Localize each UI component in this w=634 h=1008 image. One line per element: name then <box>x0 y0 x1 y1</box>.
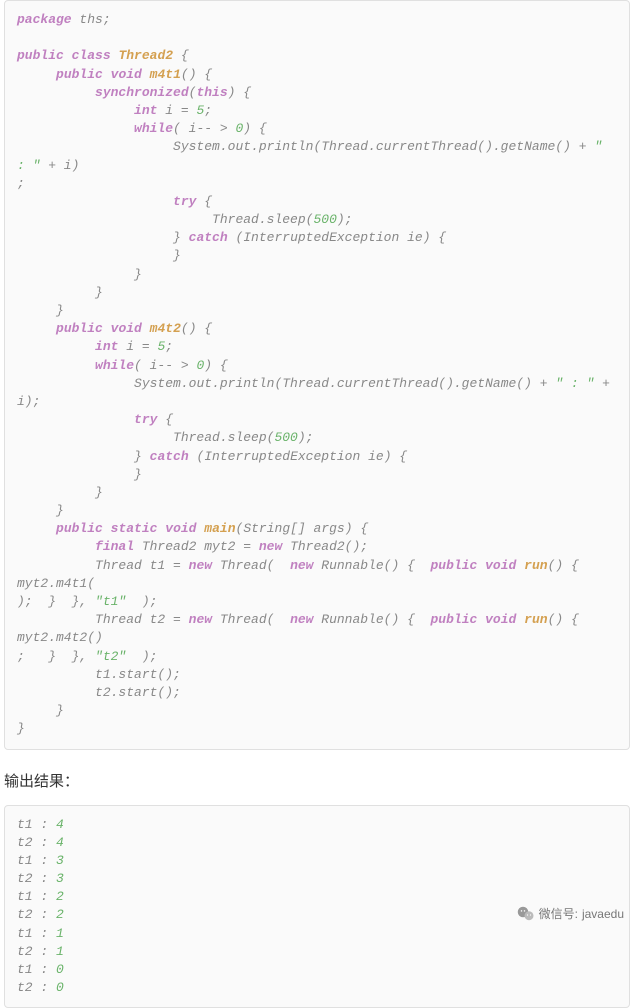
code-line: int i = 5; <box>17 102 617 120</box>
output-line: t2 : 0 <box>17 979 617 997</box>
watermark-label: 微信号: <box>539 905 578 922</box>
code-line: public void m4t2() { <box>17 320 617 338</box>
code-line: } <box>17 266 617 284</box>
code-line: public void m4t1() { <box>17 66 617 84</box>
output-line: t1 : 3 <box>17 852 617 870</box>
output-line: t1 : 0 <box>17 961 617 979</box>
output-line: t1 : 2 <box>17 888 617 906</box>
code-line: System.out.println(Thread.currentThread(… <box>17 375 617 411</box>
code-line: Thread t2 = new Thread( new Runnable() {… <box>17 611 617 647</box>
code-line: final Thread2 myt2 = new Thread2(); <box>17 538 617 556</box>
output-line: t2 : 4 <box>17 834 617 852</box>
code-line: package ths; <box>17 11 617 29</box>
watermark: 微信号: javaedu <box>517 905 624 922</box>
wechat-icon <box>517 906 535 921</box>
code-line: public static void main(String[] args) { <box>17 520 617 538</box>
code-line: System.out.println(Thread.currentThread(… <box>17 138 617 174</box>
code-line: } <box>17 484 617 502</box>
code-line: t1.start(); <box>17 666 617 684</box>
code-line: synchronized(this) { <box>17 84 617 102</box>
code-line: while( i-- > 0) { <box>17 357 617 375</box>
code-line: } <box>17 502 617 520</box>
output-line: t1 : 4 <box>17 816 617 834</box>
code-line: try { <box>17 193 617 211</box>
code-line: Thread.sleep(500); <box>17 429 617 447</box>
code-line: try { <box>17 411 617 429</box>
code-line: ); } }, "t1" ); <box>17 593 617 611</box>
code-line: Thread.sleep(500); <box>17 211 617 229</box>
code-line: } catch (InterruptedException ie) { <box>17 448 617 466</box>
code-line: ; } }, "t2" ); <box>17 648 617 666</box>
code-line: } <box>17 247 617 265</box>
code-line <box>17 29 617 47</box>
code-line: public class Thread2 { <box>17 47 617 65</box>
code-line: } <box>17 466 617 484</box>
code-line: int i = 5; <box>17 338 617 356</box>
code-line: } <box>17 302 617 320</box>
code-line: } <box>17 702 617 720</box>
code-line: } catch (InterruptedException ie) { <box>17 229 617 247</box>
output-label: 输出结果： <box>4 770 630 791</box>
output-line: t2 : 3 <box>17 870 617 888</box>
code-line: Thread t1 = new Thread( new Runnable() {… <box>17 557 617 593</box>
code-line: } <box>17 284 617 302</box>
code-line: t2.start(); <box>17 684 617 702</box>
code-line: while( i-- > 0) { <box>17 120 617 138</box>
code-line: ; <box>17 175 617 193</box>
output-line: t1 : 1 <box>17 925 617 943</box>
code-block: package ths; public class Thread2 { publ… <box>4 0 630 750</box>
watermark-handle: javaedu <box>582 907 624 921</box>
code-line: } <box>17 720 617 738</box>
output-line: t2 : 1 <box>17 943 617 961</box>
